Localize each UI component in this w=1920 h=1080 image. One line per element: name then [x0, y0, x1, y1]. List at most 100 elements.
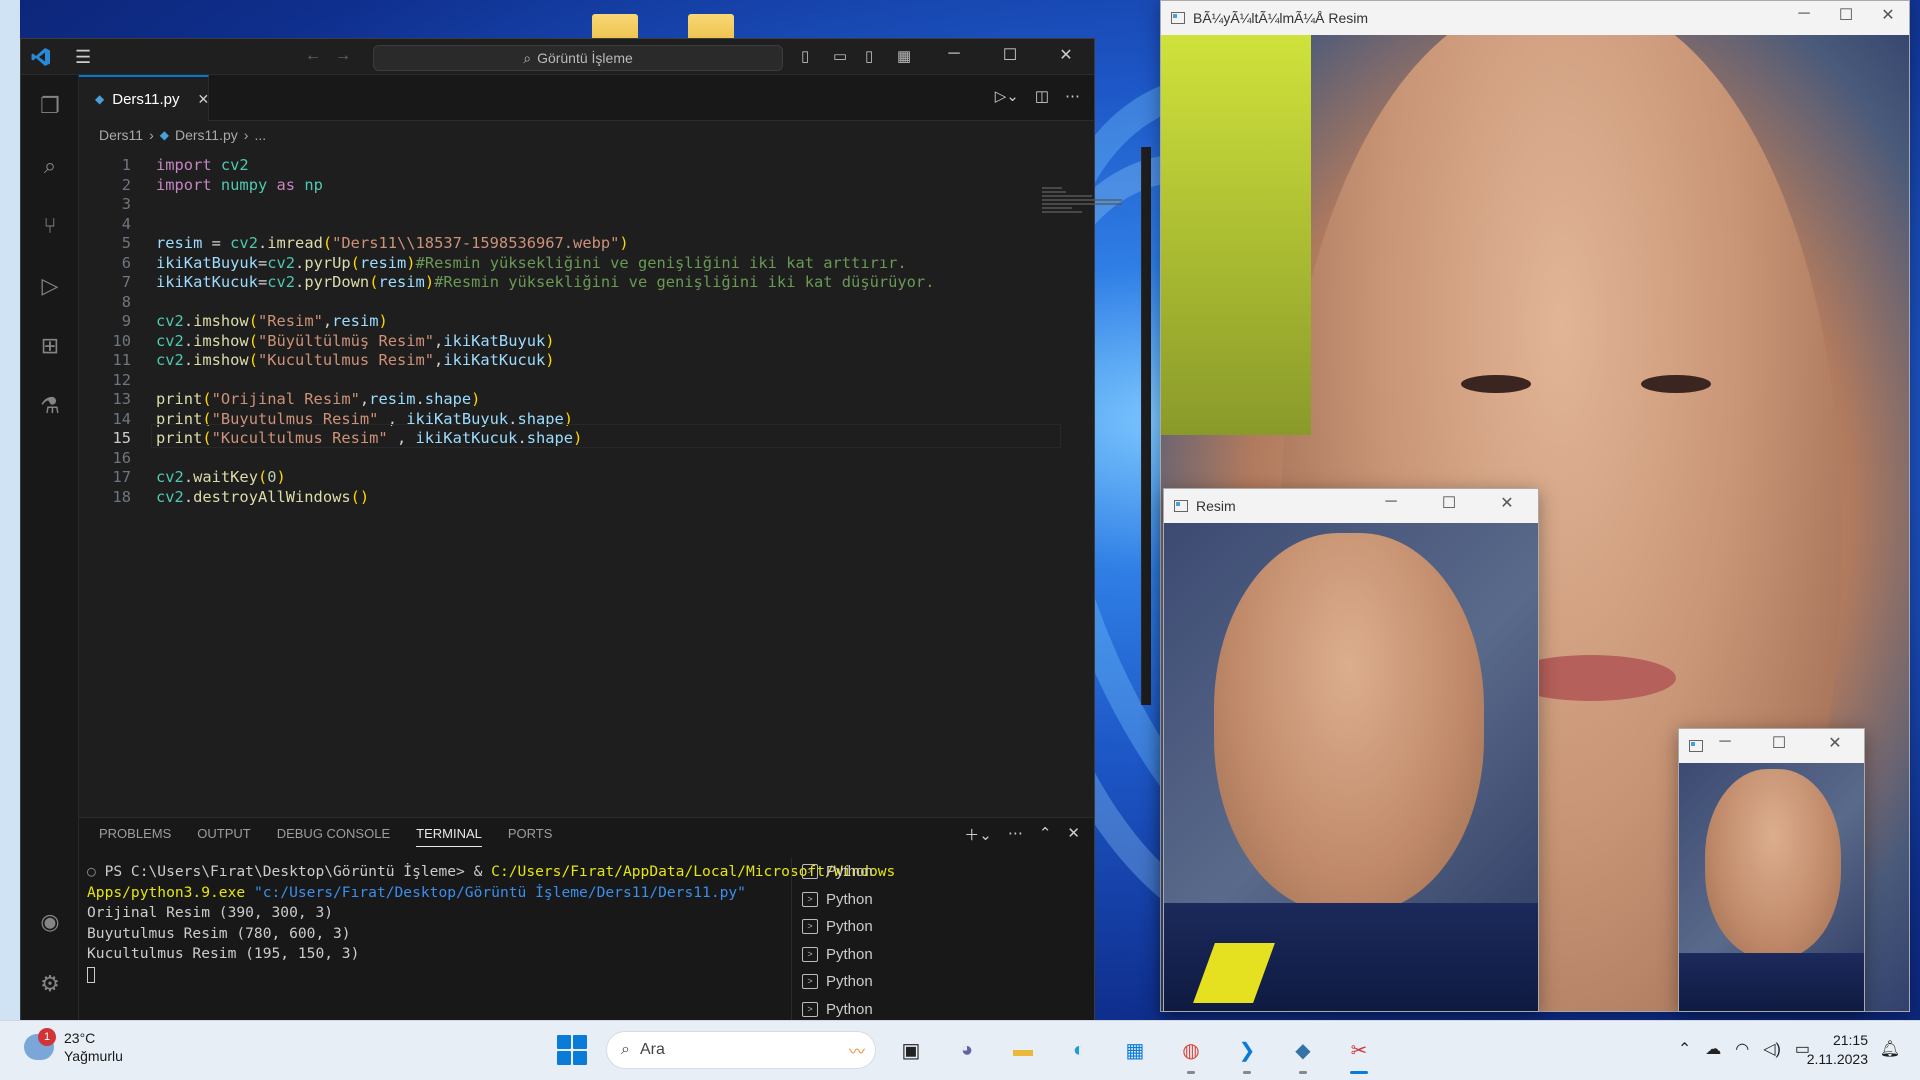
window-title-bar[interactable]: Resim ─ ☐ ✕	[1164, 489, 1538, 523]
terminal-list-item[interactable]: > Python	[792, 996, 1094, 1024]
window-title-bar[interactable]: ─ ☐ ✕	[1679, 729, 1864, 763]
tab-debug-console[interactable]: DEBUG CONSOLE	[277, 826, 390, 847]
snipping-tool-icon[interactable]: ✂	[1338, 1029, 1380, 1074]
close-button[interactable]: ✕	[1051, 45, 1081, 65]
teams-chat-icon[interactable]: ◕	[946, 1029, 988, 1071]
weather-desc: Yağmurlu	[64, 1048, 123, 1064]
chrome-icon[interactable]: ◍	[1170, 1029, 1212, 1074]
run-debug-icon[interactable]: ▷	[35, 271, 65, 301]
editor-scrollbar[interactable]	[1141, 147, 1151, 705]
maximize-button[interactable]: ☐	[995, 45, 1025, 65]
source-control-icon[interactable]: ⑂	[35, 211, 65, 241]
taskbar-search[interactable]: ⌕ Ara 〰	[606, 1031, 876, 1069]
close-button[interactable]: ✕	[1492, 493, 1522, 513]
customize-layout-icon[interactable]: ▦	[897, 47, 911, 65]
notification-bell-icon[interactable]: 🔔︎	[1880, 1039, 1900, 1059]
toggle-panel-icon[interactable]: ▭	[833, 47, 847, 65]
system-tray: ⌃ ☁ ◠ ◁) ▭	[1678, 1039, 1810, 1059]
tab-output[interactable]: OUTPUT	[197, 826, 250, 847]
line-number: 15	[112, 429, 131, 447]
toggle-sidebar-icon[interactable]: ▯	[801, 47, 809, 65]
run-file-icon[interactable]: ▷⌄	[995, 87, 1019, 105]
terminal-prompt: PS C:\Users\Fırat\Desktop\Görüntü İşleme…	[104, 863, 492, 880]
minimize-button[interactable]: ─	[1789, 5, 1819, 23]
back-arrow-icon[interactable]: ←	[305, 47, 321, 65]
bottom-panel: PROBLEMS OUTPUT DEBUG CONSOLE TERMINAL PORTS…	[79, 817, 1094, 1024]
close-button[interactable]: ✕	[1873, 5, 1903, 25]
minimize-button[interactable]: ─	[939, 45, 969, 63]
search-icon: ⌕	[523, 49, 532, 66]
volume-icon[interactable]: ◁)	[1763, 1039, 1781, 1059]
vscode-window: ☰ ← → ⌕ Görüntü İşleme ▯ ▭ ▯ ▦ ─ ☐ ✕ ❐ ⌕…	[20, 38, 1151, 1024]
minimize-button[interactable]: ─	[1376, 493, 1406, 511]
terminal-list-item[interactable]: > Python	[792, 858, 1094, 886]
maximize-panel-icon[interactable]: ⌃	[1039, 824, 1052, 845]
rain-cloud-icon: 1	[24, 1028, 56, 1060]
forward-arrow-icon[interactable]: →	[335, 47, 351, 65]
weather-widget[interactable]: 1 23°C Yağmurlu	[24, 1028, 123, 1065]
search-icon: ⌕	[621, 1041, 630, 1058]
explorer-icon[interactable]: ❐	[35, 91, 65, 121]
minimap[interactable]	[1042, 187, 1122, 227]
terminal-list-item[interactable]: > Python	[792, 941, 1094, 969]
tab-ders11-py[interactable]: ◆ Ders11.py ✕	[79, 75, 209, 121]
minimize-button[interactable]: ─	[1710, 733, 1740, 751]
maximize-button[interactable]: ☐	[1764, 733, 1794, 753]
toggle-secondary-sidebar-icon[interactable]: ▯	[865, 47, 873, 65]
edge-browser-icon[interactable]: ◐	[1058, 1029, 1100, 1071]
network-off-icon[interactable]: ☁	[1705, 1039, 1721, 1059]
extensions-icon[interactable]: ⊞	[35, 331, 65, 361]
window-title-bar[interactable]: BÃ¼yÃ¼ltÃ¼lmÃ¼Å Resim ─ ☐ ✕	[1161, 1, 1909, 35]
line-number: 4	[121, 214, 131, 233]
image-window-icon	[1689, 740, 1703, 752]
split-editor-icon[interactable]: ◫	[1035, 87, 1049, 105]
terminal-exe-path-cont: Apps/python3.9.exe	[87, 883, 246, 901]
terminal-icon: >	[802, 919, 818, 935]
terminal-name: Python	[826, 890, 873, 908]
clock[interactable]: 21:15 2.11.2023	[1807, 1031, 1868, 1069]
account-icon[interactable]: ◉	[35, 907, 65, 937]
terminal-list-item[interactable]: > Python	[792, 913, 1094, 941]
maximize-button[interactable]: ☐	[1434, 493, 1464, 513]
more-actions-icon[interactable]: ⋯	[1065, 87, 1080, 105]
terminal-list-item[interactable]: > Python	[792, 886, 1094, 914]
settings-gear-icon[interactable]: ⚙	[35, 969, 65, 999]
command-center-search[interactable]: ⌕ Görüntü İşleme	[373, 45, 783, 71]
terminal-output[interactable]: ○ PS C:\Users\Fırat\Desktop\Görüntü İşle…	[87, 862, 895, 985]
file-explorer-icon[interactable]: ▬	[1002, 1029, 1044, 1071]
close-button[interactable]: ✕	[1820, 733, 1850, 753]
line-number: 16	[112, 448, 131, 467]
vscode-taskbar-icon[interactable]: ❯	[1226, 1029, 1268, 1074]
breadcrumb-file[interactable]: Ders11.py	[175, 127, 238, 143]
breadcrumb-symbol[interactable]: ...	[254, 127, 266, 143]
code-text: cv2.imshow("Resim",resim)	[156, 312, 388, 330]
python-taskbar-icon[interactable]: ◆	[1282, 1029, 1324, 1074]
testing-icon[interactable]: ⚗	[35, 391, 65, 421]
panel-actions: ＋⌄ ⋯ ⌃ ✕	[964, 824, 1080, 845]
close-tab-icon[interactable]: ✕	[198, 91, 210, 108]
clock-time: 21:15	[1832, 1032, 1868, 1048]
task-view-icon[interactable]: ▣	[890, 1029, 932, 1071]
tab-ports[interactable]: PORTS	[508, 826, 553, 847]
maximize-button[interactable]: ☐	[1831, 5, 1861, 25]
line-number: 7	[121, 273, 131, 291]
line-number: 10	[112, 331, 131, 350]
tab-terminal[interactable]: TERMINAL	[416, 826, 482, 847]
more-actions-icon[interactable]: ⋯	[1008, 824, 1023, 845]
search-highlight-icon: 〰	[848, 1044, 865, 1061]
code-line[interactable]: 18 cv2.destroyAllWindows()	[79, 485, 979, 509]
close-panel-icon[interactable]: ✕	[1067, 824, 1080, 845]
menu-icon[interactable]: ☰	[75, 47, 91, 68]
tab-problems[interactable]: PROBLEMS	[99, 826, 171, 847]
breadcrumb-folder[interactable]: Ders11	[99, 127, 143, 143]
chevron-up-icon[interactable]: ⌃	[1678, 1039, 1691, 1059]
terminal-list-item[interactable]: > Python	[792, 968, 1094, 996]
terminal-script-path: "c:/Users/Fırat/Desktop/Görüntü İşleme/D…	[245, 883, 746, 901]
start-button[interactable]	[552, 1030, 592, 1070]
microsoft-store-icon[interactable]: ▦	[1114, 1029, 1156, 1071]
new-terminal-icon[interactable]: ＋⌄	[964, 824, 992, 845]
code-editor[interactable]: 1 import cv2 2 import numpy as np 3 4 5 resim =…	[79, 147, 1151, 705]
wifi-icon[interactable]: ◠	[1735, 1039, 1749, 1059]
search-icon[interactable]: ⌕	[35, 151, 65, 181]
line-number: 9	[121, 312, 131, 330]
